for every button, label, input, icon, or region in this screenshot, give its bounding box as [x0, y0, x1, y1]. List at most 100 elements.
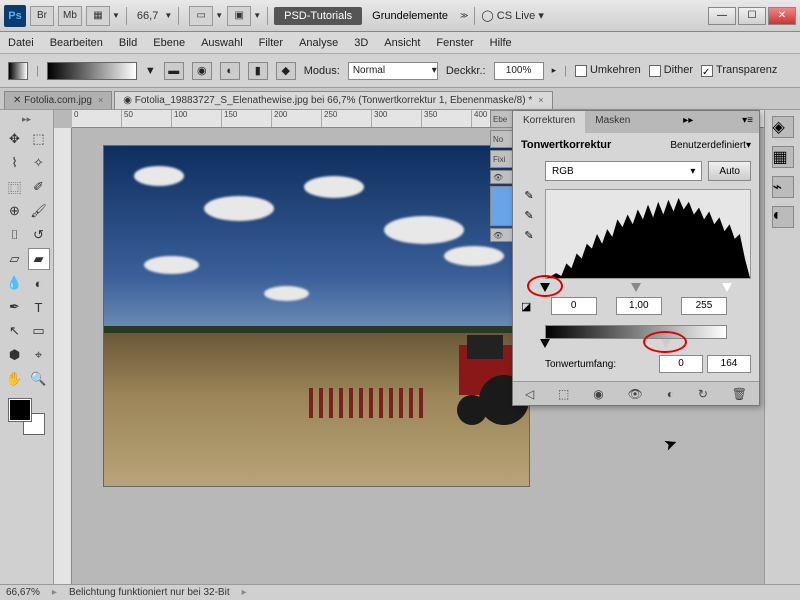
dither-checkbox[interactable]: Dither — [649, 64, 693, 76]
tab-masken[interactable]: Masken — [585, 111, 640, 133]
menu-fenster[interactable]: Fenster — [436, 37, 473, 49]
arrange-button[interactable]: ▭ — [189, 6, 213, 26]
eyedropper-white-icon[interactable]: ✎ — [521, 229, 537, 245]
cslive-button[interactable]: ◯ CS Live ▾ — [481, 9, 543, 22]
zoom-tool[interactable]: 🔍 — [28, 368, 50, 390]
menu-ebene[interactable]: Ebene — [153, 37, 185, 49]
toggle-visibility-icon[interactable]: 👁 — [628, 387, 643, 401]
menu-analyse[interactable]: Analyse — [299, 37, 338, 49]
input-white-field[interactable]: 255 — [681, 297, 727, 315]
lasso-tool[interactable]: ⌇ — [4, 152, 26, 174]
output-white-field[interactable]: 164 — [707, 355, 751, 373]
tab-fotolia-19883727[interactable]: ◉ Fotolia_19883727_S_Elenathewise.jpg be… — [114, 91, 552, 109]
gradient-diamond-button[interactable]: ◆ — [276, 62, 296, 80]
auto-button[interactable]: Auto — [708, 161, 751, 181]
foreground-color[interactable] — [9, 399, 31, 421]
panel-menu-icon[interactable]: ▾≡ — [736, 111, 759, 133]
workspace-psd-tutorials[interactable]: PSD-Tutorials — [274, 7, 362, 25]
eyedropper-tool[interactable]: ✐ — [28, 176, 50, 198]
ruler-vertical[interactable] — [54, 128, 72, 584]
path-tool[interactable]: ↖ — [4, 320, 26, 342]
input-black-field[interactable]: 0 — [551, 297, 597, 315]
menu-datei[interactable]: Datei — [8, 37, 34, 49]
clip-to-layer-icon[interactable]: ◉ — [593, 387, 603, 401]
close-icon[interactable]: × — [538, 95, 543, 105]
gradient-tool[interactable]: ▰ — [28, 248, 50, 270]
history-brush-tool[interactable]: ↺ — [28, 224, 50, 246]
view-previous-icon[interactable]: ◐ — [667, 387, 674, 401]
shape-tool[interactable]: ▭ — [28, 320, 50, 342]
tab-korrekturen[interactable]: Korrekturen — [513, 111, 585, 133]
chevron-down-icon[interactable]: ▼ — [164, 11, 172, 20]
tab-fotolia-com[interactable]: ✕ Fotolia.com.jpg× — [4, 91, 112, 109]
stamp-tool[interactable]: ⌷ — [4, 224, 26, 246]
input-gamma-slider[interactable] — [631, 283, 641, 292]
channel-dropdown[interactable]: RGB▾ — [545, 161, 702, 181]
3d-tool[interactable]: ⬢ — [4, 344, 26, 366]
output-black-field[interactable]: 0 — [659, 355, 703, 373]
trash-icon[interactable]: 🗑 — [732, 387, 747, 401]
type-tool[interactable]: T — [28, 296, 50, 318]
adjustments-panel-icon[interactable]: ◐ — [772, 206, 794, 228]
maximize-button[interactable]: ☐ — [738, 7, 766, 25]
reverse-checkbox[interactable]: Umkehren — [575, 64, 641, 76]
menu-filter[interactable]: Filter — [259, 37, 283, 49]
output-black-slider[interactable] — [540, 339, 550, 348]
return-to-list-icon[interactable]: ◁ — [525, 387, 534, 401]
expand-view-icon[interactable]: ⬚ — [558, 387, 569, 401]
mode-dropdown[interactable]: Normal ▾ — [348, 62, 438, 80]
move-tool[interactable]: ✥ — [4, 128, 26, 150]
toolbox-collapse-icon[interactable]: ▸▸ — [22, 114, 31, 125]
pen-tool[interactable]: ✒ — [4, 296, 26, 318]
panel-collapse-icon[interactable]: ▸▸ — [677, 111, 699, 133]
zoom-level[interactable]: 66,7 — [137, 10, 158, 22]
marquee-tool[interactable]: ⬚ — [28, 128, 50, 150]
menu-hilfe[interactable]: Hilfe — [490, 37, 512, 49]
paths-panel-icon[interactable]: ⌁ — [772, 176, 794, 198]
input-black-slider[interactable] — [540, 283, 550, 292]
heal-tool[interactable]: ⊕ — [4, 200, 26, 222]
preset-dropdown[interactable]: Benutzerdefiniert ▾ — [670, 140, 751, 151]
chevron-down-icon[interactable]: ▼ — [253, 11, 261, 20]
transparency-checkbox[interactable]: Transparenz — [701, 64, 777, 76]
dodge-tool[interactable]: ◐ — [28, 272, 50, 294]
crop-tool[interactable]: ⿴ — [4, 176, 26, 198]
input-white-slider[interactable] — [722, 283, 732, 292]
minibridge-button[interactable]: Mb — [58, 6, 82, 26]
menu-bearbeiten[interactable]: Bearbeiten — [50, 37, 103, 49]
gradient-angle-button[interactable]: ◐ — [220, 62, 240, 80]
menu-3d[interactable]: 3D — [354, 37, 368, 49]
blur-tool[interactable]: 💧 — [4, 272, 26, 294]
menu-auswahl[interactable]: Auswahl — [201, 37, 243, 49]
workspace-more-icon[interactable]: ≫ — [460, 11, 468, 20]
menu-ansicht[interactable]: Ansicht — [384, 37, 420, 49]
eraser-tool[interactable]: ▱ — [4, 248, 26, 270]
document-canvas[interactable] — [104, 146, 529, 486]
chevron-down-icon[interactable]: ▼ — [112, 11, 120, 20]
bridge-button[interactable]: Br — [30, 6, 54, 26]
menu-bild[interactable]: Bild — [119, 37, 137, 49]
chevron-down-icon[interactable]: ▼ — [215, 11, 223, 20]
brush-tool[interactable]: 🖌 — [28, 200, 50, 222]
layers-panel-icon[interactable]: ◈ — [772, 116, 794, 138]
gradient-preview[interactable] — [47, 62, 137, 80]
eyedropper-gray-icon[interactable]: ✎ — [521, 209, 537, 225]
channels-panel-icon[interactable]: ▦ — [772, 146, 794, 168]
gradient-reflected-button[interactable]: ▮ — [248, 62, 268, 80]
close-icon[interactable]: × — [98, 95, 103, 105]
gradient-radial-button[interactable]: ◉ — [192, 62, 212, 80]
input-gamma-field[interactable]: 1,00 — [616, 297, 662, 315]
eyedropper-black-icon[interactable]: ✎ — [521, 189, 537, 205]
minimize-button[interactable]: — — [708, 7, 736, 25]
screen-mode-button[interactable]: ▣ — [227, 6, 251, 26]
workspace-grundelemente[interactable]: Grundelemente — [362, 7, 458, 25]
wand-tool[interactable]: ✧ — [28, 152, 50, 174]
status-zoom[interactable]: 66,67% — [6, 587, 40, 598]
3d-camera-tool[interactable]: ⌖ — [28, 344, 50, 366]
close-button[interactable]: ✕ — [768, 7, 796, 25]
view-extras-button[interactable]: ▦ — [86, 6, 110, 26]
chevron-down-icon[interactable]: ▼ — [145, 65, 156, 77]
gradient-linear-button[interactable]: ▬ — [164, 62, 184, 80]
reset-icon[interactable]: ↻ — [698, 387, 708, 401]
opacity-scrubber-icon[interactable]: ▸ — [552, 65, 557, 76]
